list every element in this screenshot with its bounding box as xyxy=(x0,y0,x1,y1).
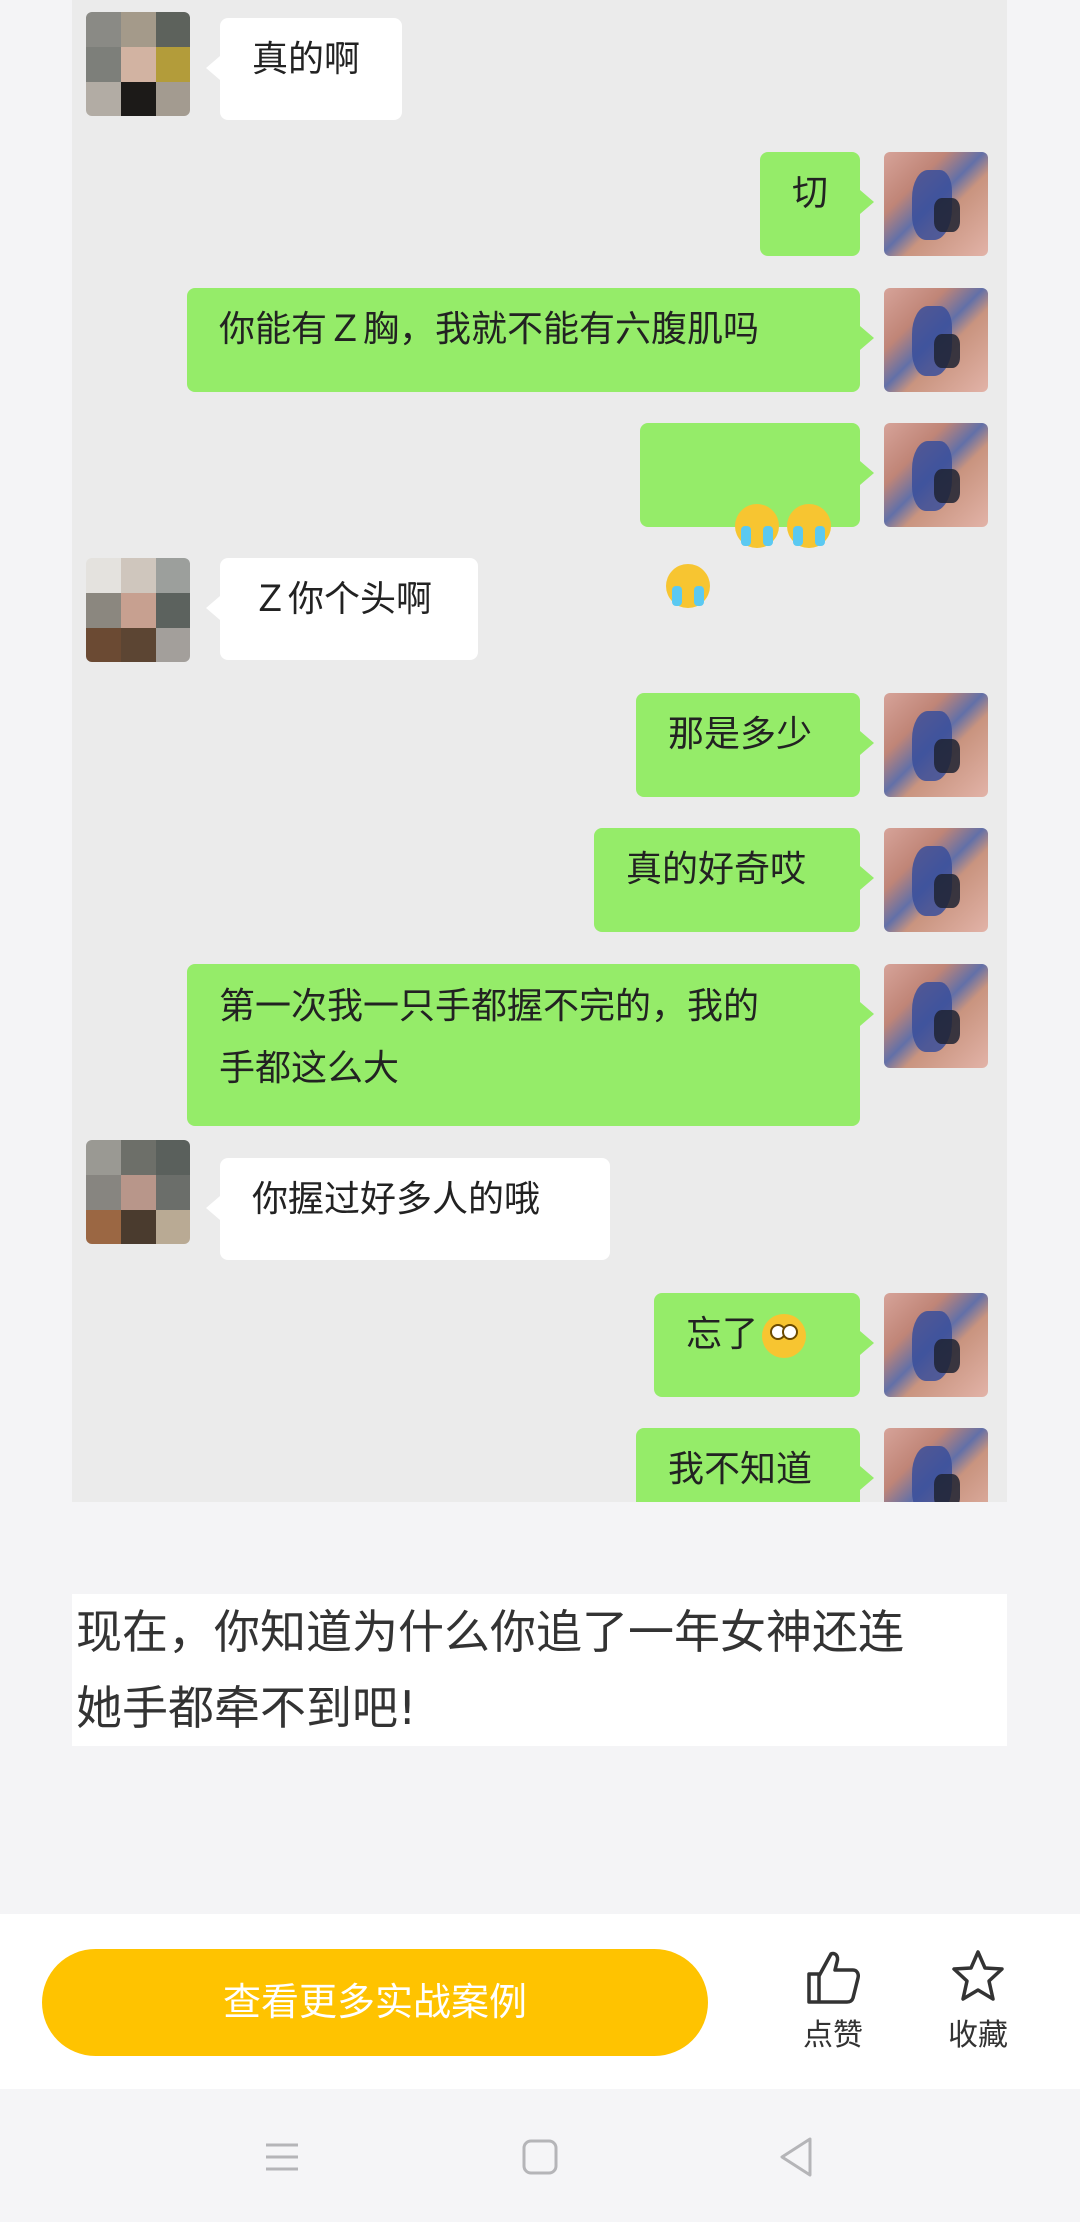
eye-roll-face-icon xyxy=(762,1314,807,1358)
message-bubble-outgoing: 第一次我一只手都握不完的，我的 手都这么大 xyxy=(187,964,874,1126)
message-bubble-outgoing: 忘了 xyxy=(654,1293,874,1397)
home-square-icon[interactable] xyxy=(510,2127,570,2187)
message-bubble-incoming: 真的啊 xyxy=(206,18,402,120)
system-navigation-bar xyxy=(0,2089,1080,2222)
favorite-label: 收藏 xyxy=(948,2018,1008,2053)
crying-face-icon xyxy=(666,564,710,608)
crying-face-icon xyxy=(734,504,779,548)
article-caption: 现在，你知道为什么你追了一年女神还连 她手都牵不到吧! xyxy=(72,1594,1007,1746)
like-label: 点赞 xyxy=(803,2018,863,2053)
contact-avatar xyxy=(86,558,190,662)
user-avatar xyxy=(884,693,988,797)
crying-face-icon xyxy=(786,504,831,548)
message-bubble-incoming: Ｚ你个头啊 xyxy=(206,558,478,660)
message-text: 我不知道 xyxy=(668,1449,813,1490)
like-button[interactable]: 点赞 xyxy=(773,1948,893,2054)
message-bubble-outgoing: 切 xyxy=(760,152,874,256)
message-text: 你能有Ｚ胸，我就不能有六腹肌吗 xyxy=(219,309,760,350)
message-text: 第一次我一只手都握不完的，我的 手都这么大 xyxy=(219,986,760,1089)
message-text: 切 xyxy=(792,173,829,214)
message-text: Ｚ你个头啊 xyxy=(252,579,433,620)
message-bubble-outgoing: 我不知道 xyxy=(636,1428,874,1502)
user-avatar xyxy=(884,1293,988,1397)
favorite-button[interactable]: 收藏 xyxy=(918,1948,1038,2054)
caption-line: 现在，你知道为什么你追了一年女神还连 xyxy=(76,1605,904,1659)
message-bubble-outgoing xyxy=(640,423,874,608)
message-text: 真的好奇哎 xyxy=(626,849,807,890)
user-avatar xyxy=(884,152,988,256)
message-bubble-outgoing: 你能有Ｚ胸，我就不能有六腹肌吗 xyxy=(187,288,874,392)
message-text: 真的啊 xyxy=(252,39,361,80)
message-text: 那是多少 xyxy=(668,714,813,755)
contact-avatar xyxy=(86,1140,190,1244)
app-screen: 真的啊 切 你能有Ｚ胸，我就不能有六腹肌吗 Ｚ你个头啊 那是多少 真的好奇哎 第… xyxy=(0,0,1080,2222)
user-avatar xyxy=(884,1428,988,1502)
back-triangle-icon[interactable] xyxy=(766,2127,826,2187)
message-bubble-incoming: 你握过好多人的哦 xyxy=(206,1158,610,1260)
contact-avatar xyxy=(86,12,190,116)
message-text: 你握过好多人的哦 xyxy=(252,1179,541,1220)
message-text: 忘了 xyxy=(686,1314,759,1355)
message-bubble-outgoing: 真的好奇哎 xyxy=(594,828,874,932)
user-avatar xyxy=(884,423,988,527)
bottom-action-bar: 查看更多实战案例 点赞 收藏 xyxy=(0,1914,1080,2089)
chat-screenshot: 真的啊 切 你能有Ｚ胸，我就不能有六腹肌吗 Ｚ你个头啊 那是多少 真的好奇哎 第… xyxy=(72,0,1007,1502)
user-avatar xyxy=(884,964,988,1068)
caption-line: 她手都牵不到吧! xyxy=(76,1681,417,1735)
user-avatar xyxy=(884,828,988,932)
view-more-cases-button[interactable]: 查看更多实战案例 xyxy=(42,1949,708,2056)
star-icon xyxy=(952,1950,1004,2001)
thumbs-up-icon xyxy=(807,1951,860,2004)
user-avatar xyxy=(884,288,988,392)
menu-icon[interactable] xyxy=(252,2127,312,2187)
message-bubble-outgoing: 那是多少 xyxy=(636,693,874,797)
